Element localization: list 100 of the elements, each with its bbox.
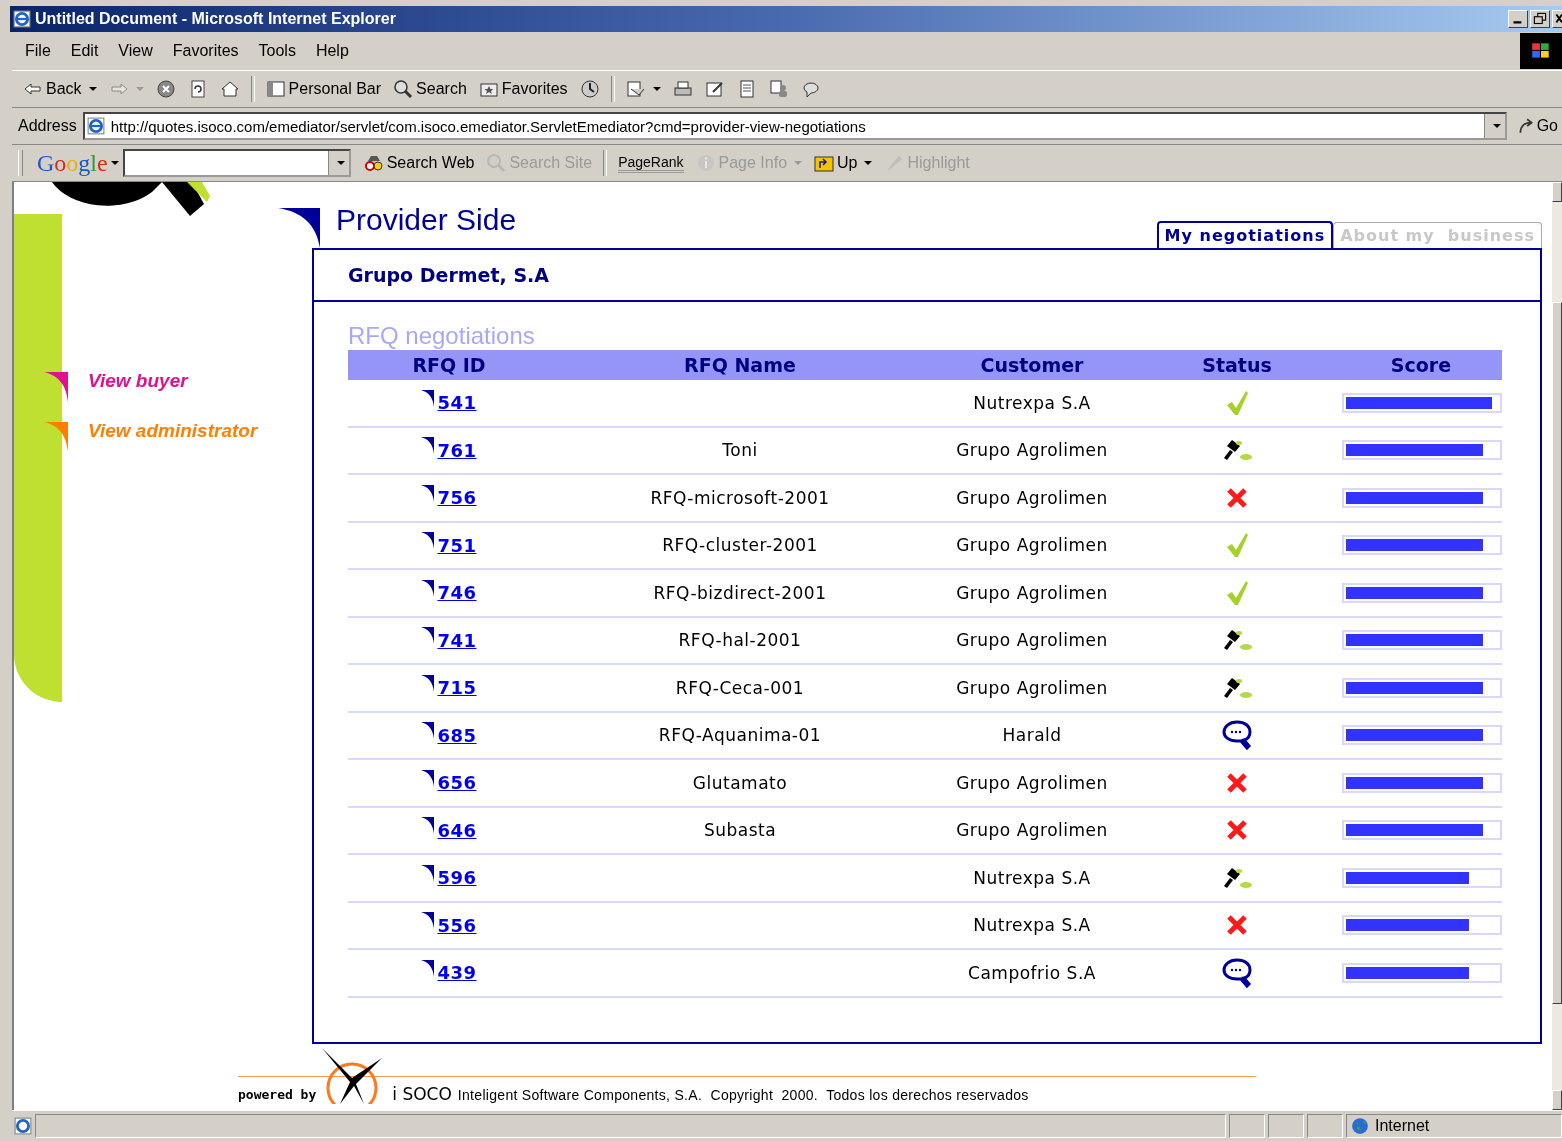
table-cell: Grupo Agrolimen [956, 820, 1108, 841]
rfq-link[interactable]: 439 [437, 962, 477, 984]
menu-item[interactable]: Tools [251, 40, 303, 62]
panel-icon [265, 79, 286, 99]
gavel-icon [1222, 865, 1252, 890]
dropdown-button[interactable] [1483, 114, 1505, 138]
back-button[interactable]: Back [18, 77, 102, 101]
browser-icon [13, 10, 31, 28]
row-marker-icon [421, 768, 436, 787]
check-icon [1225, 389, 1249, 416]
check-icon [1225, 579, 1249, 606]
rfq-link[interactable]: 646 [437, 819, 477, 841]
table-cell: Grupo Agrolimen [956, 440, 1108, 461]
row-marker-icon [421, 531, 436, 550]
menu-item[interactable]: Favorites [165, 40, 246, 62]
table-cell: RFQ-Ceca-001 [675, 677, 805, 698]
status-panel [1268, 1114, 1304, 1138]
rfq-link[interactable]: 596 [437, 867, 477, 889]
rfq-link[interactable]: 741 [437, 629, 477, 651]
cross-icon [1226, 819, 1248, 842]
page-title: Provider Side [336, 202, 517, 237]
column-header: RFQ Name [683, 354, 797, 376]
window-title: Untitled Document - Microsoft Internet Explorer [35, 10, 396, 28]
column-header: Score [1389, 354, 1453, 376]
column-header: RFQ ID [411, 354, 487, 376]
security-zone: Internet [1346, 1114, 1562, 1138]
pagerank-button[interactable]: PageRank [613, 151, 689, 175]
table-cell: RFQ-microsoft-2001 [650, 487, 830, 508]
cross-icon [1226, 771, 1248, 794]
home-icon [219, 79, 240, 99]
people-icon [768, 79, 789, 99]
address-field[interactable]: http://quotes.isoco.com/emediator/servlet/com.isoco.emediator.ServletEmediator?cmd=provider-view-negotiations [82, 112, 1507, 140]
rfq-link[interactable]: 541 [437, 392, 477, 414]
table-cell: Toni [722, 440, 758, 461]
table-cell: RFQ-cluster-2001 [662, 535, 818, 556]
menu-item[interactable]: View [111, 40, 160, 62]
table-cell: RFQ-hal-2001 [678, 630, 802, 651]
table-cell: Grupo Agrolimen [956, 535, 1108, 556]
favorites-button[interactable]: Favorites [473, 77, 573, 101]
sidebar-link[interactable]: View buyer [44, 370, 258, 404]
row-marker-icon [421, 721, 436, 740]
scrollbar[interactable] [1552, 182, 1562, 1110]
row-marker-icon [421, 483, 436, 502]
search-button[interactable]: Search [388, 77, 472, 101]
search-icon [486, 153, 507, 173]
minimize-icon[interactable] [1508, 10, 1528, 28]
rfq-link[interactable]: 746 [437, 582, 477, 604]
row-marker-icon [421, 388, 436, 407]
table-cell: Grupo Agrolimen [956, 772, 1108, 793]
folder-up-icon [814, 153, 835, 173]
google-menu[interactable]: Google [35, 149, 121, 177]
table-cell: Nutrexpa S.A [973, 867, 1091, 888]
table-cell: Glutamato [692, 772, 788, 793]
table-cell: Grupo Agrolimen [956, 487, 1108, 508]
menu-item[interactable]: File [18, 40, 58, 62]
personal-bar-button[interactable]: Personal Bar [260, 77, 387, 101]
tab[interactable]: My negotiations [1156, 221, 1334, 248]
search-field[interactable] [122, 149, 351, 177]
rfq-link[interactable]: 715 [437, 677, 477, 699]
rfq-link[interactable]: 685 [437, 724, 477, 746]
column-header: Status [1201, 354, 1273, 376]
rfq-link[interactable]: 556 [437, 914, 477, 936]
rfq-link[interactable]: 751 [437, 534, 477, 556]
speech-bubble-icon [1221, 719, 1253, 752]
table-cell: RFQ-bizdirect-2001 [653, 582, 827, 603]
close-icon[interactable] [1552, 10, 1562, 28]
column-header: Customer [979, 354, 1085, 376]
speech-bubble-icon [1221, 956, 1253, 989]
page-icon [86, 117, 105, 135]
copyright-text: Inteligent Software Components, S.A. Copyright 2000. Todos los derechos reservados [457, 1087, 1029, 1103]
mail-icon [625, 79, 646, 99]
go-button[interactable]: Go [1512, 117, 1562, 135]
menu-item[interactable]: Edit [63, 40, 106, 62]
windows-logo [1520, 33, 1562, 69]
up-button[interactable]: Up [809, 151, 878, 175]
search-web-button[interactable]: Search Web [358, 151, 480, 175]
table-cell: Nutrexpa S.A [973, 392, 1091, 413]
gavel-icon [1222, 628, 1252, 653]
status-panel [1307, 1114, 1343, 1138]
clock-icon [579, 79, 600, 99]
stop-icon [155, 79, 176, 99]
rfq-link[interactable]: 656 [437, 772, 477, 794]
section-title: RFQ negotiations [348, 322, 536, 350]
menu-item[interactable]: Help [308, 40, 356, 62]
info-icon [695, 153, 716, 173]
row-marker-icon [421, 958, 436, 977]
table-cell: Subasta [703, 820, 777, 841]
search-icon [393, 79, 414, 99]
cross-icon [1226, 486, 1248, 509]
powered-by-label: powered by [238, 1087, 317, 1102]
rfq-link[interactable]: 756 [437, 487, 477, 509]
cross-icon [1226, 914, 1248, 937]
table-cell: Grupo Agrolimen [956, 582, 1108, 603]
rfq-link[interactable]: 761 [437, 439, 477, 461]
restore-icon[interactable] [1530, 10, 1550, 28]
row-marker-icon [421, 816, 436, 835]
status-panel [1229, 1114, 1265, 1138]
table-cell: Harald [1002, 725, 1062, 746]
printer-icon [672, 79, 693, 99]
table-cell: Grupo Agrolimen [956, 677, 1108, 698]
